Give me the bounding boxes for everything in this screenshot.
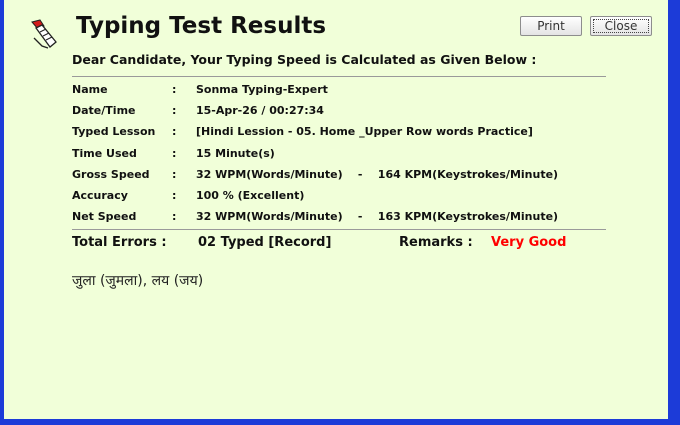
remarks-value: Very Good (491, 235, 567, 250)
detail-label: Name (72, 83, 108, 97)
top-divider (72, 76, 606, 77)
result-subtitle: Dear Candidate, Your Typing Speed is Cal… (72, 52, 537, 67)
detail-value: Sonma Typing-Expert (196, 83, 328, 97)
detail-row-net-speed: Net Speed : 32 WPM(Words/Minute) - 163 K… (72, 206, 612, 227)
detail-separator: : (172, 146, 177, 160)
detail-value: 32 WPM(Words/Minute) - 163 KPM(Keystroke… (196, 210, 559, 224)
close-button[interactable]: Close (590, 16, 652, 36)
detail-value: [Hindi Lession - 05. Home _Upper Row wor… (196, 125, 533, 139)
detail-row-typed-lesson: Typed Lesson : [Hindi Lession - 05. Home… (72, 121, 612, 142)
detail-label: Gross Speed (72, 167, 150, 181)
detail-separator: : (172, 167, 177, 181)
results-window: Typing Test Results Print Close Dear Can… (4, 0, 668, 419)
detail-label: Date/Time (72, 104, 136, 118)
remarks-label: Remarks : (399, 235, 473, 250)
detail-value: 15 Minute(s) (196, 146, 275, 160)
detail-separator: : (172, 104, 177, 118)
detail-separator: : (172, 125, 177, 139)
typing-hand-icon (31, 19, 57, 49)
page-title: Typing Test Results (76, 13, 327, 39)
detail-row-accuracy: Accuracy : 100 % (Excellent) (72, 185, 612, 206)
summary-line: Total Errors : 02 Typed [Record] Remarks… (72, 235, 612, 253)
detail-row-name: Name : Sonma Typing-Expert (72, 79, 612, 100)
detail-label: Accuracy (72, 189, 128, 203)
bottom-divider (72, 229, 606, 230)
details-list: Name : Sonma Typing-Expert Date/Time : 1… (72, 79, 612, 227)
detail-row-gross-speed: Gross Speed : 32 WPM(Words/Minute) - 164… (72, 164, 612, 185)
error-words-list: जुला (जुमला), लय (जय) (72, 273, 204, 289)
detail-separator: : (172, 83, 177, 97)
detail-value: 100 % (Excellent) (196, 189, 305, 203)
detail-row-time-used: Time Used : 15 Minute(s) (72, 143, 612, 164)
detail-value: 15-Apr-26 / 00:27:34 (196, 104, 324, 118)
detail-label: Typed Lesson (72, 125, 156, 139)
detail-value: 32 WPM(Words/Minute) - 164 KPM(Keystroke… (196, 167, 559, 181)
print-button[interactable]: Print (520, 16, 582, 36)
total-errors-label: Total Errors : (72, 235, 167, 250)
detail-separator: : (172, 189, 177, 203)
total-errors-value: 02 Typed [Record] (198, 235, 332, 250)
detail-label: Time Used (72, 146, 137, 160)
detail-label: Net Speed (72, 210, 137, 224)
detail-separator: : (172, 210, 177, 224)
detail-row-date-time: Date/Time : 15-Apr-26 / 00:27:34 (72, 100, 612, 121)
